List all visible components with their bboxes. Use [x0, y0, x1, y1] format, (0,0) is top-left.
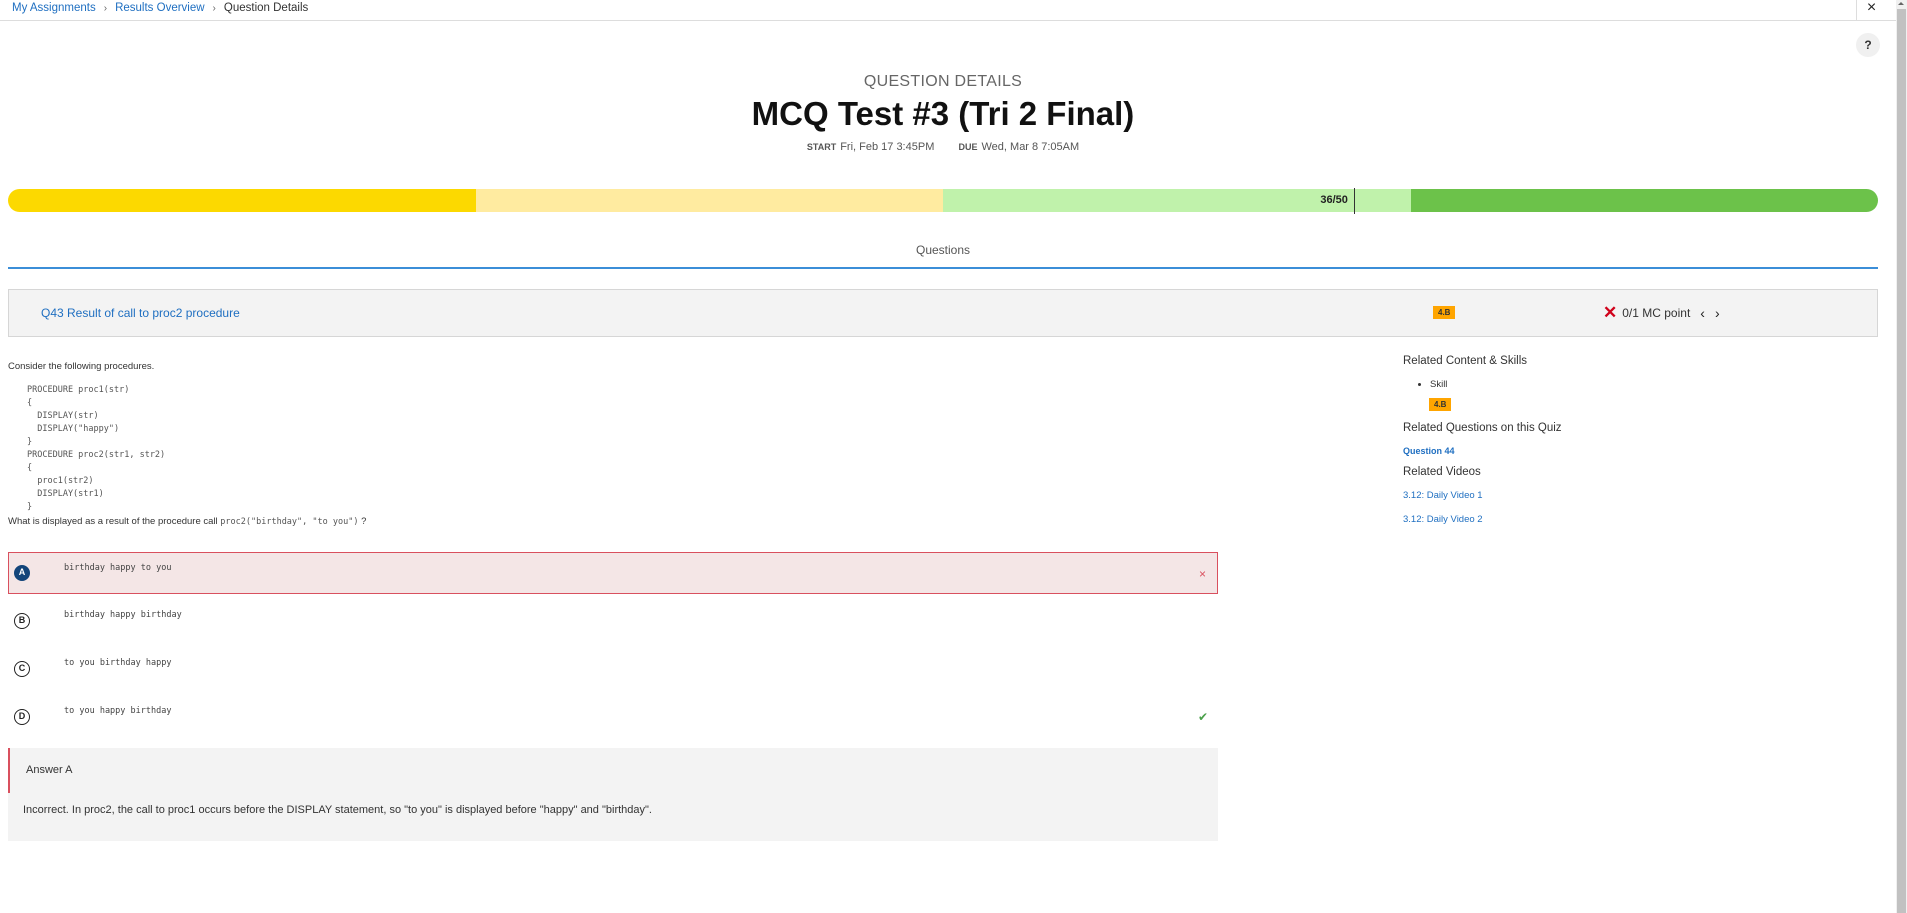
- question-score: ✕ 0/1 MC point ‹ ›: [1603, 303, 1720, 323]
- ask-code: proc2("birthday", "to you"): [220, 517, 359, 527]
- choice-c[interactable]: C to you birthday happy: [8, 648, 1218, 690]
- skill-badge: 4.B: [1429, 398, 1452, 411]
- breadcrumb-current: Question Details: [223, 2, 309, 14]
- top-bar: My Assignments › Results Overview › Ques…: [0, 0, 1896, 21]
- breadcrumb-my-assignments[interactable]: My Assignments: [12, 2, 96, 14]
- help-button[interactable]: ?: [1856, 33, 1880, 57]
- wrong-icon: ×: [1199, 567, 1207, 581]
- feedback-answer: Answer A: [26, 764, 73, 776]
- choice-letter: C: [14, 661, 30, 677]
- related-videos-heading: Related Videos: [1403, 466, 1481, 478]
- due-date: Wed, Mar 8 7:05AM: [981, 141, 1080, 153]
- choice-b[interactable]: B birthday happy birthday: [8, 600, 1218, 642]
- code-block: PROCEDURE proc1(str) { DISPLAY(str) DISP…: [27, 385, 166, 512]
- feedback-explanation: Incorrect. In proc2, the call to proc1 o…: [23, 804, 652, 816]
- assignment-dates: START Fri, Feb 17 3:45PM DUE Wed, Mar 8 7:…: [0, 141, 1886, 153]
- answer-feedback: Answer A Incorrect. In proc2, the call t…: [8, 748, 1218, 841]
- video-link-1[interactable]: 3.12: Daily Video 1: [1403, 490, 1703, 501]
- tab-questions[interactable]: Questions: [916, 240, 970, 260]
- start-date: Fri, Feb 17 3:45PM: [840, 141, 935, 153]
- previous-question-button[interactable]: ‹: [1700, 305, 1705, 321]
- page: My Assignments › Results Overview › Ques…: [0, 0, 1896, 913]
- skill-list: Skill: [1430, 379, 1703, 390]
- answer-choices: A birthday happy to you × B birthday hap…: [8, 552, 1218, 744]
- skill-badge: 4.B: [1433, 306, 1456, 319]
- page-overline: QUESTION DETAILS: [863, 73, 1023, 90]
- score-marker: [1354, 188, 1356, 214]
- choice-letter: A: [14, 565, 30, 581]
- help-icon: ?: [1864, 38, 1872, 52]
- video-link-2[interactable]: 3.12: Daily Video 2: [1403, 514, 1703, 525]
- score-label: 36/50: [1320, 194, 1348, 206]
- skill-item: Skill: [1430, 379, 1703, 390]
- choice-d[interactable]: D to you happy birthday ✔: [8, 696, 1218, 738]
- score-text: 0/1 MC point: [1622, 306, 1691, 320]
- related-content-heading: Related Content & Skills: [1403, 355, 1528, 367]
- close-button[interactable]: ×: [1856, 0, 1886, 20]
- next-question-button[interactable]: ›: [1715, 305, 1720, 321]
- choice-text: birthday happy to you: [64, 563, 172, 573]
- question-ask: What is displayed as a result of the pro…: [8, 516, 1218, 527]
- breadcrumb-results-overview[interactable]: Results Overview: [115, 2, 204, 14]
- ask-text-end: ?: [358, 516, 367, 527]
- question-body: Consider the following procedures. PROCE…: [8, 361, 1218, 527]
- score-progress-bar: [8, 189, 1878, 212]
- question-header: Q43 Result of call to proc2 procedure 4.…: [8, 289, 1878, 337]
- scroll-up-icon[interactable]: [1898, 2, 1904, 5]
- tab-bar: Questions: [8, 240, 1878, 269]
- breadcrumb: My Assignments › Results Overview › Ques…: [12, 2, 308, 14]
- related-questions-heading: Related Questions on this Quiz: [1403, 422, 1562, 434]
- close-icon: ×: [1866, 0, 1877, 16]
- page-title: MCQ Test #3 (Tri 2 Final): [751, 95, 1135, 132]
- related-question-link[interactable]: Question 44: [1403, 446, 1703, 456]
- progress-segment-1: [8, 189, 476, 212]
- check-icon: ✔: [1198, 710, 1209, 724]
- choice-text: birthday happy birthday: [64, 610, 182, 620]
- chevron-right-icon: ›: [103, 2, 108, 14]
- choice-letter: D: [14, 709, 30, 725]
- feedback-accent: [8, 748, 10, 793]
- page-header: QUESTION DETAILS MCQ Test #3 (Tri 2 Fina…: [0, 73, 1886, 153]
- related-panel: Related Content & Skills Skill 4.B Relat…: [1403, 355, 1703, 538]
- choice-text: to you birthday happy: [64, 658, 172, 668]
- due-label: DUE: [958, 142, 978, 152]
- progress-segment-4: [1410, 189, 1878, 212]
- progress-segment-2: [475, 189, 943, 212]
- choice-a[interactable]: A birthday happy to you ×: [8, 552, 1218, 594]
- choice-letter: B: [14, 613, 30, 629]
- chevron-right-icon: ›: [212, 2, 216, 14]
- start-label: START: [806, 142, 837, 152]
- scrollbar-thumb[interactable]: [1897, 9, 1906, 913]
- scrollbar[interactable]: [1896, 0, 1907, 913]
- choice-text: to you happy birthday: [64, 706, 172, 716]
- ask-text: What is displayed as a result of the pro…: [8, 516, 221, 527]
- incorrect-icon: ✕: [1603, 303, 1618, 322]
- question-title[interactable]: Q43 Result of call to proc2 procedure: [41, 306, 240, 320]
- question-prompt: Consider the following procedures.: [8, 361, 155, 372]
